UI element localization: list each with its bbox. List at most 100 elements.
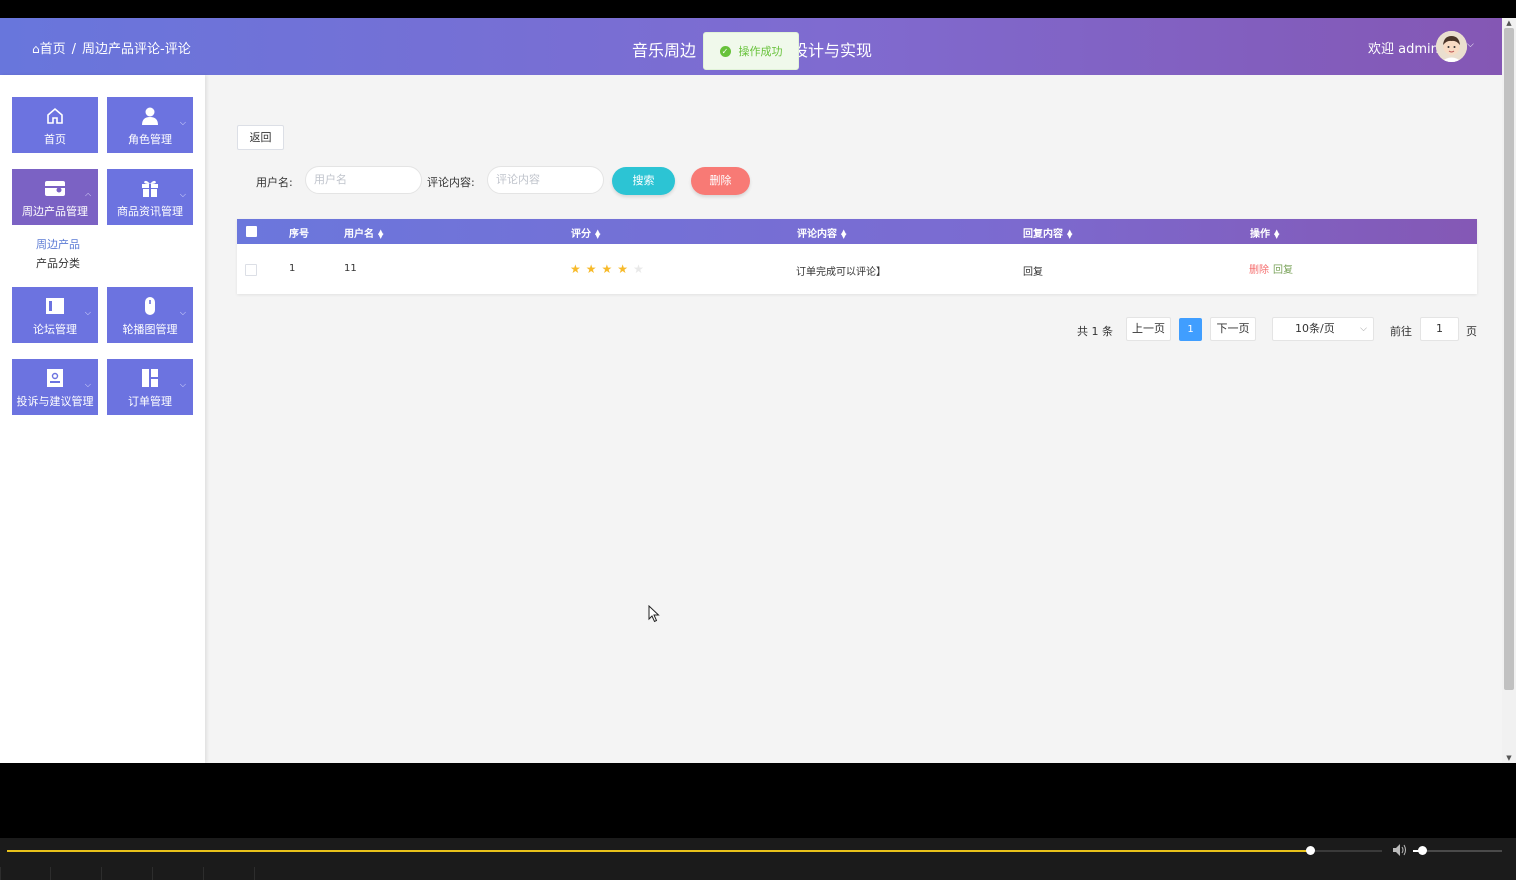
sort-icon: ▲ ▼ bbox=[595, 228, 601, 240]
menu-forum-label: 论坛管理 bbox=[33, 323, 77, 336]
select-all-checkbox[interactable] bbox=[246, 226, 257, 237]
mouse-cursor-icon bbox=[648, 605, 660, 623]
page-suffix: 页 bbox=[1466, 325, 1477, 338]
page-number-current[interactable]: 1 bbox=[1179, 318, 1202, 341]
breadcrumb: ⌂首页 / 周边产品评论-评论 bbox=[32, 38, 191, 57]
breadcrumb-current: 周边产品评论-评论 bbox=[82, 42, 191, 57]
comments-table: 序号 用户名 ▲ ▼ 评分 ▲ ▼ 评论内容 ▲ ▼ 回复内容 ▲ ▼ 操作 ▲ ▼ 1 11 ★★… bbox=[237, 219, 1477, 294]
username-label: 用户名: bbox=[256, 176, 293, 189]
col-index: 序号 bbox=[289, 229, 309, 240]
star-empty-icon: ★ bbox=[633, 262, 649, 276]
scroll-down-icon[interactable]: ▼ bbox=[1505, 754, 1513, 762]
home-icon[interactable]: ⌂ bbox=[32, 42, 40, 56]
breadcrumb-home[interactable]: 首页 bbox=[40, 42, 66, 57]
cell-actions: 删除 回复 bbox=[1249, 261, 1293, 276]
menu-orders[interactable]: 订单管理 ⌵ bbox=[107, 359, 193, 415]
scroll-up-icon[interactable]: ▲ bbox=[1505, 19, 1513, 27]
next-page-button[interactable]: 下一页 bbox=[1210, 317, 1256, 341]
dashboard-icon bbox=[142, 369, 158, 387]
menu-complaints-label: 投诉与建议管理 bbox=[16, 395, 94, 408]
site-title-left: 音乐周边 bbox=[632, 41, 697, 60]
sort-icon: ▲ ▼ bbox=[841, 228, 847, 240]
col-rating[interactable]: 评分 ▲ ▼ bbox=[571, 225, 601, 241]
sort-icon: ▲ ▼ bbox=[378, 228, 384, 240]
welcome-text: 欢迎 admin bbox=[1368, 42, 1439, 57]
seek-handle[interactable] bbox=[1306, 846, 1315, 855]
player-control-slot[interactable] bbox=[203, 867, 254, 880]
goto-page-input[interactable]: 1 bbox=[1420, 317, 1459, 341]
goto-label: 前往 bbox=[1390, 325, 1412, 338]
volume-handle[interactable] bbox=[1418, 846, 1428, 855]
col-comment[interactable]: 评论内容 ▲ ▼ bbox=[797, 225, 847, 241]
chevron-down-icon: ⌵ bbox=[84, 308, 91, 317]
menu-home[interactable]: 首页 bbox=[12, 97, 98, 153]
sort-icon: ▲ ▼ bbox=[1274, 228, 1280, 240]
page-size-value: 10条/页 bbox=[1295, 322, 1335, 335]
cell-username: 11 bbox=[344, 263, 357, 274]
breadcrumb-separator: / bbox=[71, 42, 77, 57]
row-reply-link[interactable]: 回复 bbox=[1273, 265, 1293, 276]
volume-icon[interactable] bbox=[1392, 843, 1408, 857]
col-username[interactable]: 用户名 ▲ ▼ bbox=[344, 225, 384, 241]
menu-complaints[interactable]: 投诉与建议管理 ⌵ bbox=[12, 359, 98, 415]
menu-goods-news[interactable]: 商品资讯管理 ⌵ bbox=[107, 169, 193, 225]
check-circle-icon: ✓ bbox=[719, 45, 731, 57]
back-button[interactable]: 返回 bbox=[237, 125, 284, 150]
menu-forum[interactable]: 论坛管理 ⌵ bbox=[12, 287, 98, 343]
gift-icon bbox=[142, 180, 158, 197]
prev-page-button[interactable]: 上一页 bbox=[1126, 317, 1171, 341]
rating-stars: ★★★★★ bbox=[570, 262, 649, 276]
delete-button[interactable]: 删除 bbox=[691, 167, 750, 195]
top-header: ⌂首页 / 周边产品评论-评论 音乐周边 设计与实现 ✓ 操作成功 欢迎 admin … bbox=[0, 18, 1502, 75]
player-control-slot[interactable] bbox=[254, 867, 305, 880]
scrollbar-thumb[interactable] bbox=[1504, 28, 1514, 690]
chevron-down-icon[interactable]: ⌵ bbox=[1467, 40, 1474, 50]
chevron-up-icon: ⌵ bbox=[84, 191, 91, 200]
avatar-face-icon bbox=[1436, 31, 1467, 62]
menu-carousel[interactable]: 轮播图管理 ⌵ bbox=[107, 287, 193, 343]
user-icon bbox=[142, 107, 158, 125]
cell-comment: 订单完成可以评论】 bbox=[796, 267, 886, 278]
page-size-select[interactable]: 10条/页 ⌵ bbox=[1272, 317, 1374, 341]
success-toast: ✓ 操作成功 bbox=[703, 32, 799, 70]
menu-role-label: 角色管理 bbox=[128, 133, 172, 146]
col-reply[interactable]: 回复内容 ▲ ▼ bbox=[1023, 225, 1073, 241]
user-avatar[interactable] bbox=[1436, 31, 1467, 62]
site-title-right: 设计与实现 bbox=[792, 41, 873, 60]
id-card-icon bbox=[47, 369, 63, 387]
menu-products[interactable]: 周边产品管理 ⌵ bbox=[12, 169, 98, 225]
player-control-slot[interactable] bbox=[152, 867, 203, 880]
menu-orders-label: 订单管理 bbox=[128, 395, 172, 408]
table-header: 序号 用户名 ▲ ▼ 评分 ▲ ▼ 评论内容 ▲ ▼ 回复内容 ▲ ▼ 操作 ▲ ▼ bbox=[237, 219, 1477, 244]
home-icon bbox=[47, 107, 63, 124]
username-input[interactable]: 用户名 bbox=[305, 166, 422, 194]
mouse-icon bbox=[145, 297, 155, 315]
chevron-down-icon: ⌵ bbox=[179, 380, 186, 389]
col-actions[interactable]: 操作 ▲ ▼ bbox=[1250, 225, 1280, 241]
star-filled-icon: ★ bbox=[601, 262, 618, 276]
comment-input[interactable]: 评论内容 bbox=[487, 166, 604, 194]
row-checkbox[interactable] bbox=[245, 264, 257, 276]
app-window: ⌂首页 / 周边产品评论-评论 音乐周边 设计与实现 ✓ 操作成功 欢迎 admin … bbox=[0, 18, 1502, 763]
sidebar: 首页 角色管理 ⌵ 周边产品管理 ⌵ 商品资讯管理 ⌵ 周边产品 产品分类 论坛… bbox=[0, 75, 205, 763]
menu-role[interactable]: 角色管理 ⌵ bbox=[107, 97, 193, 153]
pagination-total: 共 1 条 bbox=[1077, 325, 1113, 338]
vertical-scrollbar[interactable]: ▲ ▼ bbox=[1502, 18, 1516, 763]
chevron-down-icon: ⌵ bbox=[84, 380, 91, 389]
star-filled-icon: ★ bbox=[585, 262, 602, 276]
player-control-slot[interactable] bbox=[50, 867, 101, 880]
player-control-slot[interactable] bbox=[0, 867, 51, 880]
player-control-slot[interactable] bbox=[101, 867, 152, 880]
sort-icon: ▲ ▼ bbox=[1067, 228, 1073, 240]
submenu-categories[interactable]: 产品分类 bbox=[36, 255, 80, 271]
media-player-bar bbox=[0, 838, 1516, 880]
row-delete-link[interactable]: 删除 bbox=[1249, 265, 1269, 276]
seek-track[interactable] bbox=[7, 850, 1382, 852]
chevron-down-icon: ⌵ bbox=[179, 118, 186, 127]
chevron-down-icon: ⌵ bbox=[179, 190, 186, 199]
search-button[interactable]: 搜索 bbox=[612, 167, 675, 195]
seek-progress bbox=[7, 850, 1311, 852]
menu-home-label: 首页 bbox=[44, 133, 66, 146]
cell-index: 1 bbox=[289, 263, 296, 274]
submenu-products[interactable]: 周边产品 bbox=[36, 236, 80, 252]
